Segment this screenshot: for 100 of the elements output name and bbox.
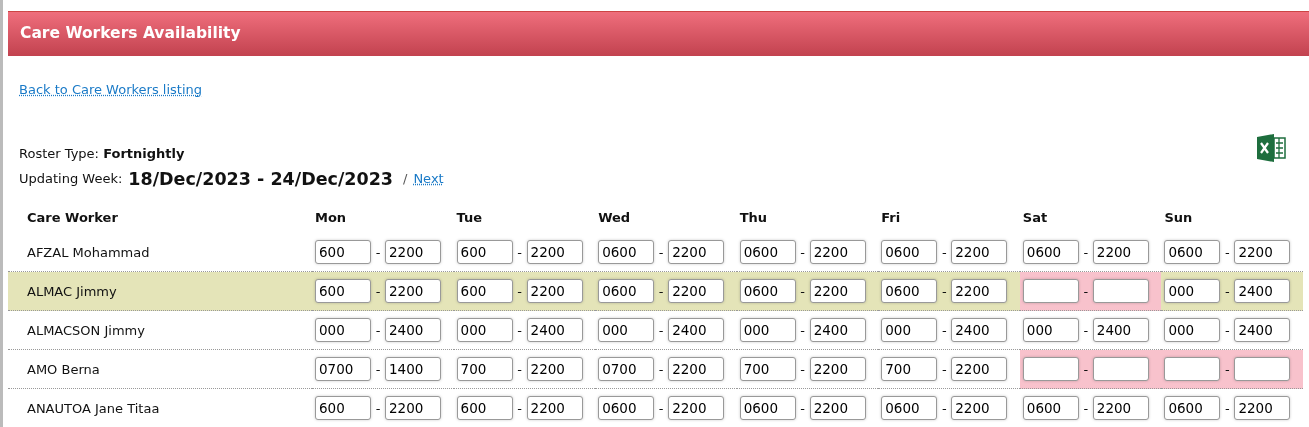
time-field[interactable]: 2400	[1092, 318, 1149, 343]
time-field[interactable]: 2200	[951, 240, 1008, 265]
time-field[interactable]: 000	[739, 318, 796, 343]
time-field[interactable]: 600	[315, 240, 371, 265]
time-field[interactable]: 000	[315, 318, 371, 343]
time-field[interactable]: 2200	[1092, 396, 1149, 421]
dash-separator: -	[1224, 361, 1231, 380]
time-field[interactable]: 2400	[809, 318, 866, 343]
dash-separator: -	[940, 244, 948, 263]
column-header: Thu	[739, 209, 768, 225]
time-field[interactable]: 2400	[1234, 318, 1291, 343]
time-field[interactable]: 600	[315, 396, 371, 421]
time-field[interactable]: 2200	[809, 396, 866, 421]
time-field[interactable]: 2200	[1092, 240, 1149, 265]
worker-name: AFZAL Mohammad	[27, 244, 150, 260]
time-field[interactable]	[1234, 357, 1291, 382]
time-field[interactable]: 0600	[881, 396, 938, 421]
time-field[interactable]: 2400	[1234, 279, 1291, 304]
dash-separator: -	[1082, 400, 1090, 419]
time-field[interactable]: 0600	[598, 396, 655, 421]
worker-name: ALMAC Jimmy	[27, 283, 117, 299]
time-field[interactable]: 700	[456, 357, 513, 382]
next-link[interactable]: Next	[413, 168, 444, 189]
time-field[interactable]: 2200	[668, 279, 725, 304]
time-field[interactable]: 0600	[1164, 396, 1221, 421]
time-field[interactable]	[1164, 357, 1221, 382]
time-field[interactable]: 000	[1164, 318, 1221, 343]
dash-separator: -	[799, 283, 807, 302]
time-field[interactable]	[1022, 357, 1079, 382]
back-link[interactable]: Back to Care Workers listing	[19, 82, 202, 97]
time-field[interactable]: 2200	[526, 240, 583, 265]
time-field[interactable]: 2200	[385, 396, 441, 421]
dash-separator: -	[516, 283, 523, 302]
time-field[interactable]: 000	[881, 318, 938, 343]
time-field[interactable]: 2400	[951, 318, 1008, 343]
dash-separator: -	[374, 244, 382, 263]
dash-separator: -	[657, 361, 665, 380]
dash-separator: -	[657, 400, 665, 419]
time-field[interactable]: 0600	[739, 279, 796, 304]
time-field[interactable]: 0600	[881, 240, 938, 265]
time-field[interactable]: 2200	[809, 279, 866, 304]
time-field[interactable]: 2200	[951, 279, 1008, 304]
dash-separator: -	[799, 400, 807, 419]
dash-separator: -	[516, 244, 523, 263]
time-field[interactable]: 600	[456, 396, 513, 421]
time-field[interactable]	[1092, 279, 1149, 304]
time-field[interactable]: 2200	[668, 396, 725, 421]
dash-separator: -	[516, 322, 523, 341]
time-field[interactable]: 2200	[385, 279, 441, 304]
time-field[interactable]: 2200	[951, 396, 1008, 421]
worker-name: AMO Berna	[27, 361, 100, 377]
time-field[interactable]: 2200	[526, 279, 583, 304]
dash-separator: -	[1224, 400, 1231, 419]
time-field[interactable]: 2200	[1234, 240, 1291, 265]
dash-separator: -	[1082, 244, 1090, 263]
dash-separator: -	[516, 400, 523, 419]
time-field[interactable]: 0600	[1022, 396, 1079, 421]
time-field[interactable]: 0600	[881, 279, 938, 304]
time-field[interactable]: 700	[881, 357, 938, 382]
time-field[interactable]: 000	[1022, 318, 1079, 343]
time-field[interactable]: 0600	[1164, 240, 1221, 265]
time-field[interactable]: 600	[315, 279, 371, 304]
dash-separator: -	[657, 283, 665, 302]
column-header: Care Worker	[27, 209, 118, 225]
time-field[interactable]: 0600	[1022, 240, 1079, 265]
time-field[interactable]: 2200	[668, 240, 725, 265]
time-field[interactable]: 2200	[809, 357, 866, 382]
dash-separator: -	[1082, 322, 1090, 341]
time-field[interactable]: 0600	[739, 240, 796, 265]
time-field[interactable]	[1022, 279, 1079, 304]
time-field[interactable]: 0700	[315, 357, 371, 382]
excel-icon[interactable]	[1255, 131, 1287, 164]
dash-separator: -	[1082, 283, 1090, 302]
roster-value: Fortnightly	[103, 146, 185, 161]
time-field[interactable]: 2200	[951, 357, 1008, 382]
time-field[interactable]: 2400	[385, 318, 441, 343]
time-field[interactable]: 2200	[668, 357, 725, 382]
time-field[interactable]	[1092, 357, 1149, 382]
worker-name: ALMACSON Jimmy	[27, 322, 145, 338]
time-field[interactable]: 2400	[526, 318, 583, 343]
time-field[interactable]: 600	[456, 279, 513, 304]
time-field[interactable]: 0600	[598, 240, 655, 265]
time-field[interactable]: 2200	[385, 240, 441, 265]
time-field[interactable]: 000	[456, 318, 513, 343]
separator: /	[403, 169, 408, 188]
time-field[interactable]: 0600	[598, 279, 655, 304]
time-field[interactable]: 2200	[809, 240, 866, 265]
time-field[interactable]: 2200	[526, 357, 583, 382]
time-field[interactable]: 0600	[739, 396, 796, 421]
time-field[interactable]: 0700	[598, 357, 655, 382]
dash-separator: -	[374, 283, 382, 302]
time-field[interactable]: 2200	[1234, 396, 1291, 421]
time-field[interactable]: 600	[456, 240, 513, 265]
time-field[interactable]: 000	[598, 318, 655, 343]
column-header: Wed	[598, 209, 631, 225]
time-field[interactable]: 2200	[526, 396, 583, 421]
time-field[interactable]: 000	[1164, 279, 1221, 304]
time-field[interactable]: 2400	[668, 318, 725, 343]
time-field[interactable]: 700	[739, 357, 796, 382]
time-field[interactable]: 1400	[385, 357, 441, 382]
